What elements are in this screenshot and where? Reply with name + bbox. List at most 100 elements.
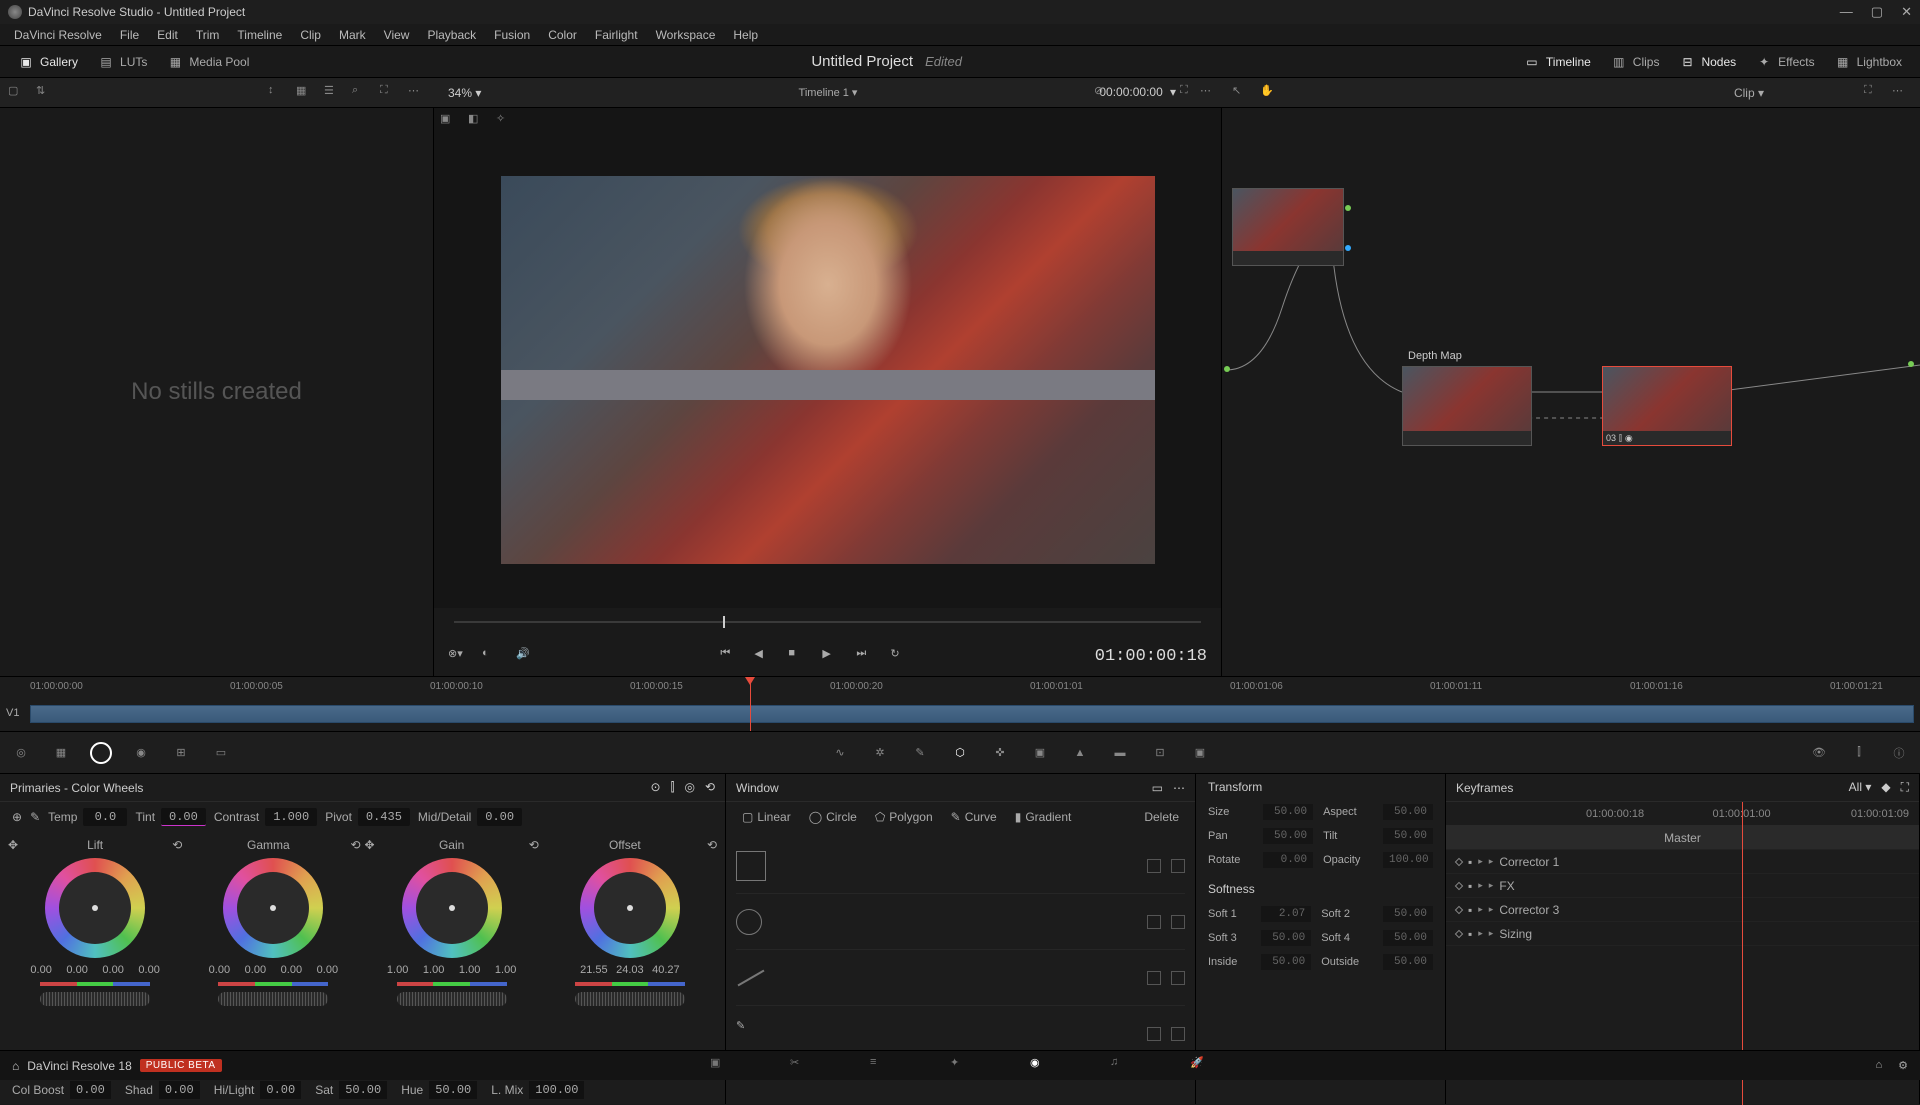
page-fairlight-icon[interactable]: ♫	[1110, 1056, 1130, 1076]
rgb-mixer-icon[interactable]: ⊞	[170, 742, 192, 764]
video-track[interactable]	[30, 705, 1914, 723]
menu-timeline[interactable]: Timeline	[229, 26, 290, 44]
page-fusion-icon[interactable]: ✦	[950, 1056, 970, 1076]
menu-file[interactable]: File	[112, 26, 147, 44]
clips-button[interactable]: ▥Clips	[1601, 50, 1670, 74]
motion-icon[interactable]: ▭	[210, 742, 232, 764]
menu-fusion[interactable]: Fusion	[486, 26, 538, 44]
shape-polygon-button[interactable]: ⬠ Polygon	[869, 808, 939, 826]
fullscreen-icon[interactable]: ⛶	[1180, 84, 1198, 102]
key-icon[interactable]: ▬	[1109, 742, 1131, 764]
hue-value[interactable]: 50.00	[429, 1081, 477, 1099]
menu-edit[interactable]: Edit	[149, 26, 186, 44]
timeline-playhead[interactable]	[750, 677, 751, 731]
gamma-y-wheel[interactable]	[218, 992, 328, 1006]
pivot-value[interactable]: 0.435	[358, 808, 410, 826]
sort-icon[interactable]: ↕	[268, 84, 286, 102]
viewer-split-icon[interactable]: ◧	[468, 112, 486, 130]
kf-all-dropdown[interactable]: All ▾	[1849, 780, 1872, 795]
close-icon[interactable]: ✕	[1901, 4, 1912, 20]
node-graph[interactable]: Depth Map 03⫿◉	[1222, 108, 1920, 676]
window-row-rect[interactable]	[736, 838, 1185, 894]
offset-wheel[interactable]	[580, 858, 680, 958]
window-icon[interactable]: ⬡	[949, 742, 971, 764]
auto-icon[interactable]: ⊙	[651, 780, 661, 795]
page-deliver-icon[interactable]: 🚀	[1190, 1056, 1210, 1076]
tracker-icon[interactable]: ✜	[989, 742, 1011, 764]
shape-gradient-button[interactable]: ▮ Gradient	[1009, 808, 1078, 826]
stills-sort-icon[interactable]: ⇅	[36, 84, 54, 102]
node-expand-icon[interactable]: ⛶	[1864, 84, 1882, 102]
keyframe-toggle-icon[interactable]: 👁	[1808, 742, 1830, 764]
rotate-value[interactable]: 0.00	[1263, 852, 1313, 868]
bypass-icon[interactable]: ⊘	[1094, 84, 1112, 102]
window-row-line[interactable]	[736, 950, 1185, 1006]
lightbox-button[interactable]: ▦Lightbox	[1825, 50, 1912, 74]
gamma-reset-icon[interactable]: ⟲	[350, 838, 360, 852]
page-color-icon[interactable]: ◉	[1030, 1056, 1050, 1076]
qualifier-icon[interactable]: ✎	[909, 742, 931, 764]
search-icon[interactable]: ⌕	[352, 84, 370, 102]
magic-mask-icon[interactable]: ▣	[1029, 742, 1051, 764]
timeline-button[interactable]: ▭Timeline	[1514, 50, 1601, 74]
expand-icon[interactable]: ⛶	[380, 84, 398, 102]
hdr-wheels-icon[interactable]: ◉	[130, 742, 152, 764]
kf-master-row[interactable]: Master	[1446, 826, 1919, 850]
kf-add-icon[interactable]: ◆	[1881, 780, 1890, 795]
luts-button[interactable]: ▤LUTs	[88, 50, 157, 74]
menu-workspace[interactable]: Workspace	[648, 26, 724, 44]
hand-icon[interactable]: ✋	[1260, 84, 1278, 102]
kf-row-corrector1[interactable]: ▪▸▸Corrector 1	[1446, 850, 1919, 874]
contrast-value[interactable]: 1.000	[265, 808, 317, 826]
aspect-value[interactable]: 50.00	[1383, 804, 1433, 820]
page-edit-icon[interactable]: ≡	[870, 1056, 890, 1076]
gamma-wheel[interactable]	[223, 858, 323, 958]
kf-row-fx[interactable]: ▪▸▸FX	[1446, 874, 1919, 898]
menu-view[interactable]: View	[376, 26, 418, 44]
log-icon[interactable]: ◎	[684, 780, 694, 795]
color-match-icon[interactable]: ▦	[50, 742, 72, 764]
effects-button[interactable]: ✦Effects	[1746, 50, 1824, 74]
temp-value[interactable]: 0.0	[83, 808, 127, 826]
gain-wheel[interactable]	[402, 858, 502, 958]
maximize-icon[interactable]: ▢	[1871, 4, 1883, 20]
node-more-icon[interactable]: ⋯	[1892, 84, 1910, 102]
lmix-value[interactable]: 100.00	[529, 1081, 584, 1099]
kf-row-sizing[interactable]: ▪▸▸Sizing	[1446, 922, 1919, 946]
nodes-button[interactable]: ⊟Nodes	[1669, 50, 1746, 74]
home-icon[interactable]: ⌂	[12, 1059, 19, 1073]
stills-view-icon[interactable]: ▢	[8, 84, 26, 102]
3d-icon[interactable]: ▣	[1189, 742, 1211, 764]
tilt-value[interactable]: 50.00	[1383, 828, 1433, 844]
play-icon[interactable]: ▶	[822, 647, 840, 665]
size-value[interactable]: 50.00	[1263, 804, 1313, 820]
warper-icon[interactable]: ✲	[869, 742, 891, 764]
menu-help[interactable]: Help	[725, 26, 766, 44]
viewer-image[interactable]	[501, 176, 1155, 564]
page-cut-icon[interactable]: ✂	[790, 1056, 810, 1076]
picker-icon[interactable]: ⊕	[12, 810, 22, 824]
mini-timeline[interactable]: 01:00:00:00 01:00:00:05 01:00:00:10 01:0…	[0, 676, 1920, 732]
window-row-circle[interactable]	[736, 894, 1185, 950]
lift-picker-icon[interactable]: ✥	[8, 838, 18, 852]
project-home-icon[interactable]: ⌂	[1875, 1059, 1882, 1072]
bypass-grades-icon[interactable]: ⊗▾	[448, 647, 466, 665]
info-icon[interactable]: ⓘ	[1888, 742, 1910, 764]
mute-icon[interactable]: 🔊	[516, 647, 534, 665]
viewer-image-icon[interactable]: ▣	[440, 112, 458, 130]
camera-raw-icon[interactable]: ◎	[10, 742, 32, 764]
arrow-icon[interactable]: ↖	[1232, 84, 1250, 102]
shad-value[interactable]: 0.00	[159, 1081, 200, 1099]
more-icon[interactable]: ⋯	[408, 84, 426, 102]
hilight-value[interactable]: 0.00	[260, 1081, 301, 1099]
soft1-value[interactable]: 2.07	[1261, 906, 1311, 922]
page-media-icon[interactable]: ▣	[710, 1056, 730, 1076]
loop-icon[interactable]: ↻	[890, 647, 908, 665]
prev-clip-icon[interactable]: ⏮	[720, 647, 738, 665]
gain-reset-icon[interactable]: ⟲	[529, 838, 539, 852]
offset-reset-icon[interactable]: ⟲	[707, 838, 717, 852]
inside-value[interactable]: 50.00	[1261, 954, 1311, 970]
sat-value[interactable]: 50.00	[339, 1081, 387, 1099]
sizing-icon[interactable]: ⊡	[1149, 742, 1171, 764]
project-settings-icon[interactable]: ⚙	[1898, 1059, 1908, 1072]
